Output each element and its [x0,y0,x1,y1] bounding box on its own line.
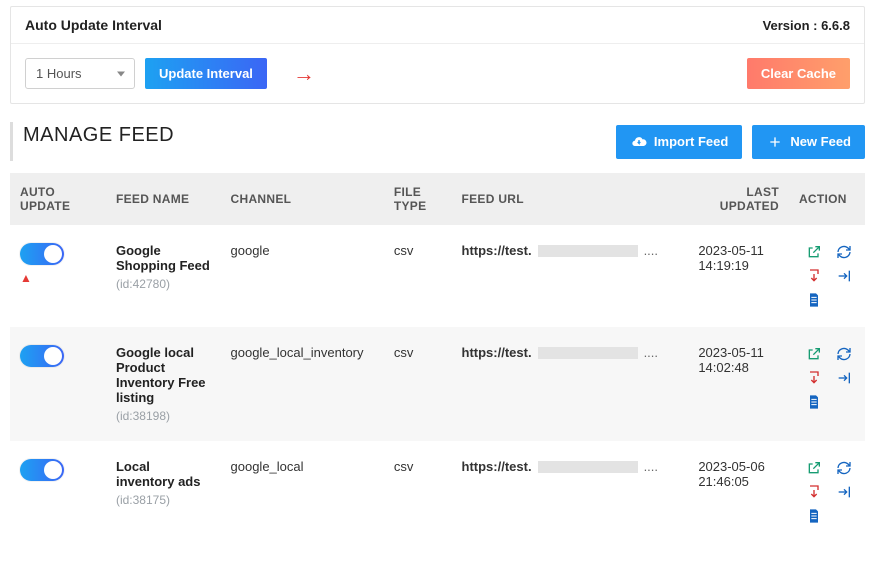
document-icon[interactable] [805,507,823,525]
file-type-cell: csv [384,327,452,441]
updated-time: 21:46:05 [698,474,785,489]
feed-url[interactable]: https://test. .... [462,243,659,258]
document-icon[interactable] [805,393,823,411]
file-type-cell: csv [384,441,452,543]
col-last-updated: LAST UPDATED [688,173,795,225]
feed-name: Local inventory ads [116,459,211,489]
annotation-arrow-up: ▲ [20,271,32,285]
updated-time: 14:02:48 [698,360,785,375]
table-row: ▲ Google local Product Inventory Free li… [10,327,865,441]
col-feed-name: FEED NAME [106,173,221,225]
col-action: ACTION [795,173,865,225]
feed-id: (id:42780) [116,277,211,291]
version-label: Version : 6.6.8 [763,18,850,33]
feed-name: Google Shopping Feed [116,243,211,273]
updated-date: 2023-05-11 [698,345,785,360]
new-feed-button[interactable]: New Feed [752,125,865,159]
channel-cell: google_local [221,441,384,543]
export-icon[interactable] [835,369,853,387]
section-title: MANAGE FEED [10,122,174,161]
new-feed-label: New Feed [790,134,851,149]
col-file-type: FILE TYPE [384,173,452,225]
interval-select-wrap: 1 Hours [25,58,135,89]
feed-url[interactable]: https://test. .... [462,345,659,360]
redacted-segment [538,245,638,257]
col-feed-url: FEED URL [452,173,689,225]
refresh-icon[interactable] [835,345,853,363]
table-row: ▲ Local inventory ads (id:38175) google_… [10,441,865,543]
auto-update-toggle[interactable] [20,243,64,265]
feed-table: AUTO UPDATE FEED NAME CHANNEL FILE TYPE … [10,173,865,543]
row-actions [805,459,855,525]
open-external-icon[interactable] [805,345,823,363]
auto-update-toggle[interactable] [20,345,64,367]
redacted-segment [538,461,638,473]
clear-cache-button[interactable]: Clear Cache [747,58,850,89]
channel-cell: google_local_inventory [221,327,384,441]
card-body: 1 Hours Update Interval Clear Cache [11,44,864,103]
interval-select[interactable]: 1 Hours [25,58,135,89]
table-row: ▲ Google Shopping Feed (id:42780) google… [10,225,865,327]
export-icon[interactable] [835,267,853,285]
refresh-icon[interactable] [835,243,853,261]
auto-update-toggle[interactable] [20,459,64,481]
feed-name: Google local Product Inventory Free list… [116,345,211,405]
import-feed-button[interactable]: Import Feed [616,125,742,159]
updated-time: 14:19:19 [698,258,785,273]
open-external-icon[interactable] [805,243,823,261]
row-actions [805,243,855,309]
panel-title: Auto Update Interval [25,17,162,33]
download-icon[interactable] [805,369,823,387]
cloud-download-icon [630,133,648,151]
updated-date: 2023-05-06 [698,459,785,474]
redacted-segment [538,347,638,359]
row-actions [805,345,855,411]
auto-update-interval-card: Auto Update Interval Version : 6.6.8 1 H… [10,6,865,104]
open-external-icon[interactable] [805,459,823,477]
refresh-icon[interactable] [835,459,853,477]
channel-cell: google [221,225,384,327]
document-icon[interactable] [805,291,823,309]
section-header: MANAGE FEED Import Feed New Feed [10,122,865,161]
col-auto-update: AUTO UPDATE [10,173,106,225]
col-channel: CHANNEL [221,173,384,225]
update-interval-button[interactable]: Update Interval [145,58,267,89]
export-icon[interactable] [835,483,853,501]
import-feed-label: Import Feed [654,134,728,149]
download-icon[interactable] [805,267,823,285]
card-header: Auto Update Interval Version : 6.6.8 [11,7,864,44]
plus-icon [766,133,784,151]
download-icon[interactable] [805,483,823,501]
file-type-cell: csv [384,225,452,327]
feed-url[interactable]: https://test. .... [462,459,659,474]
annotation-arrow-right [295,63,315,85]
updated-date: 2023-05-11 [698,243,785,258]
feed-id: (id:38175) [116,493,211,507]
feed-id: (id:38198) [116,409,211,423]
